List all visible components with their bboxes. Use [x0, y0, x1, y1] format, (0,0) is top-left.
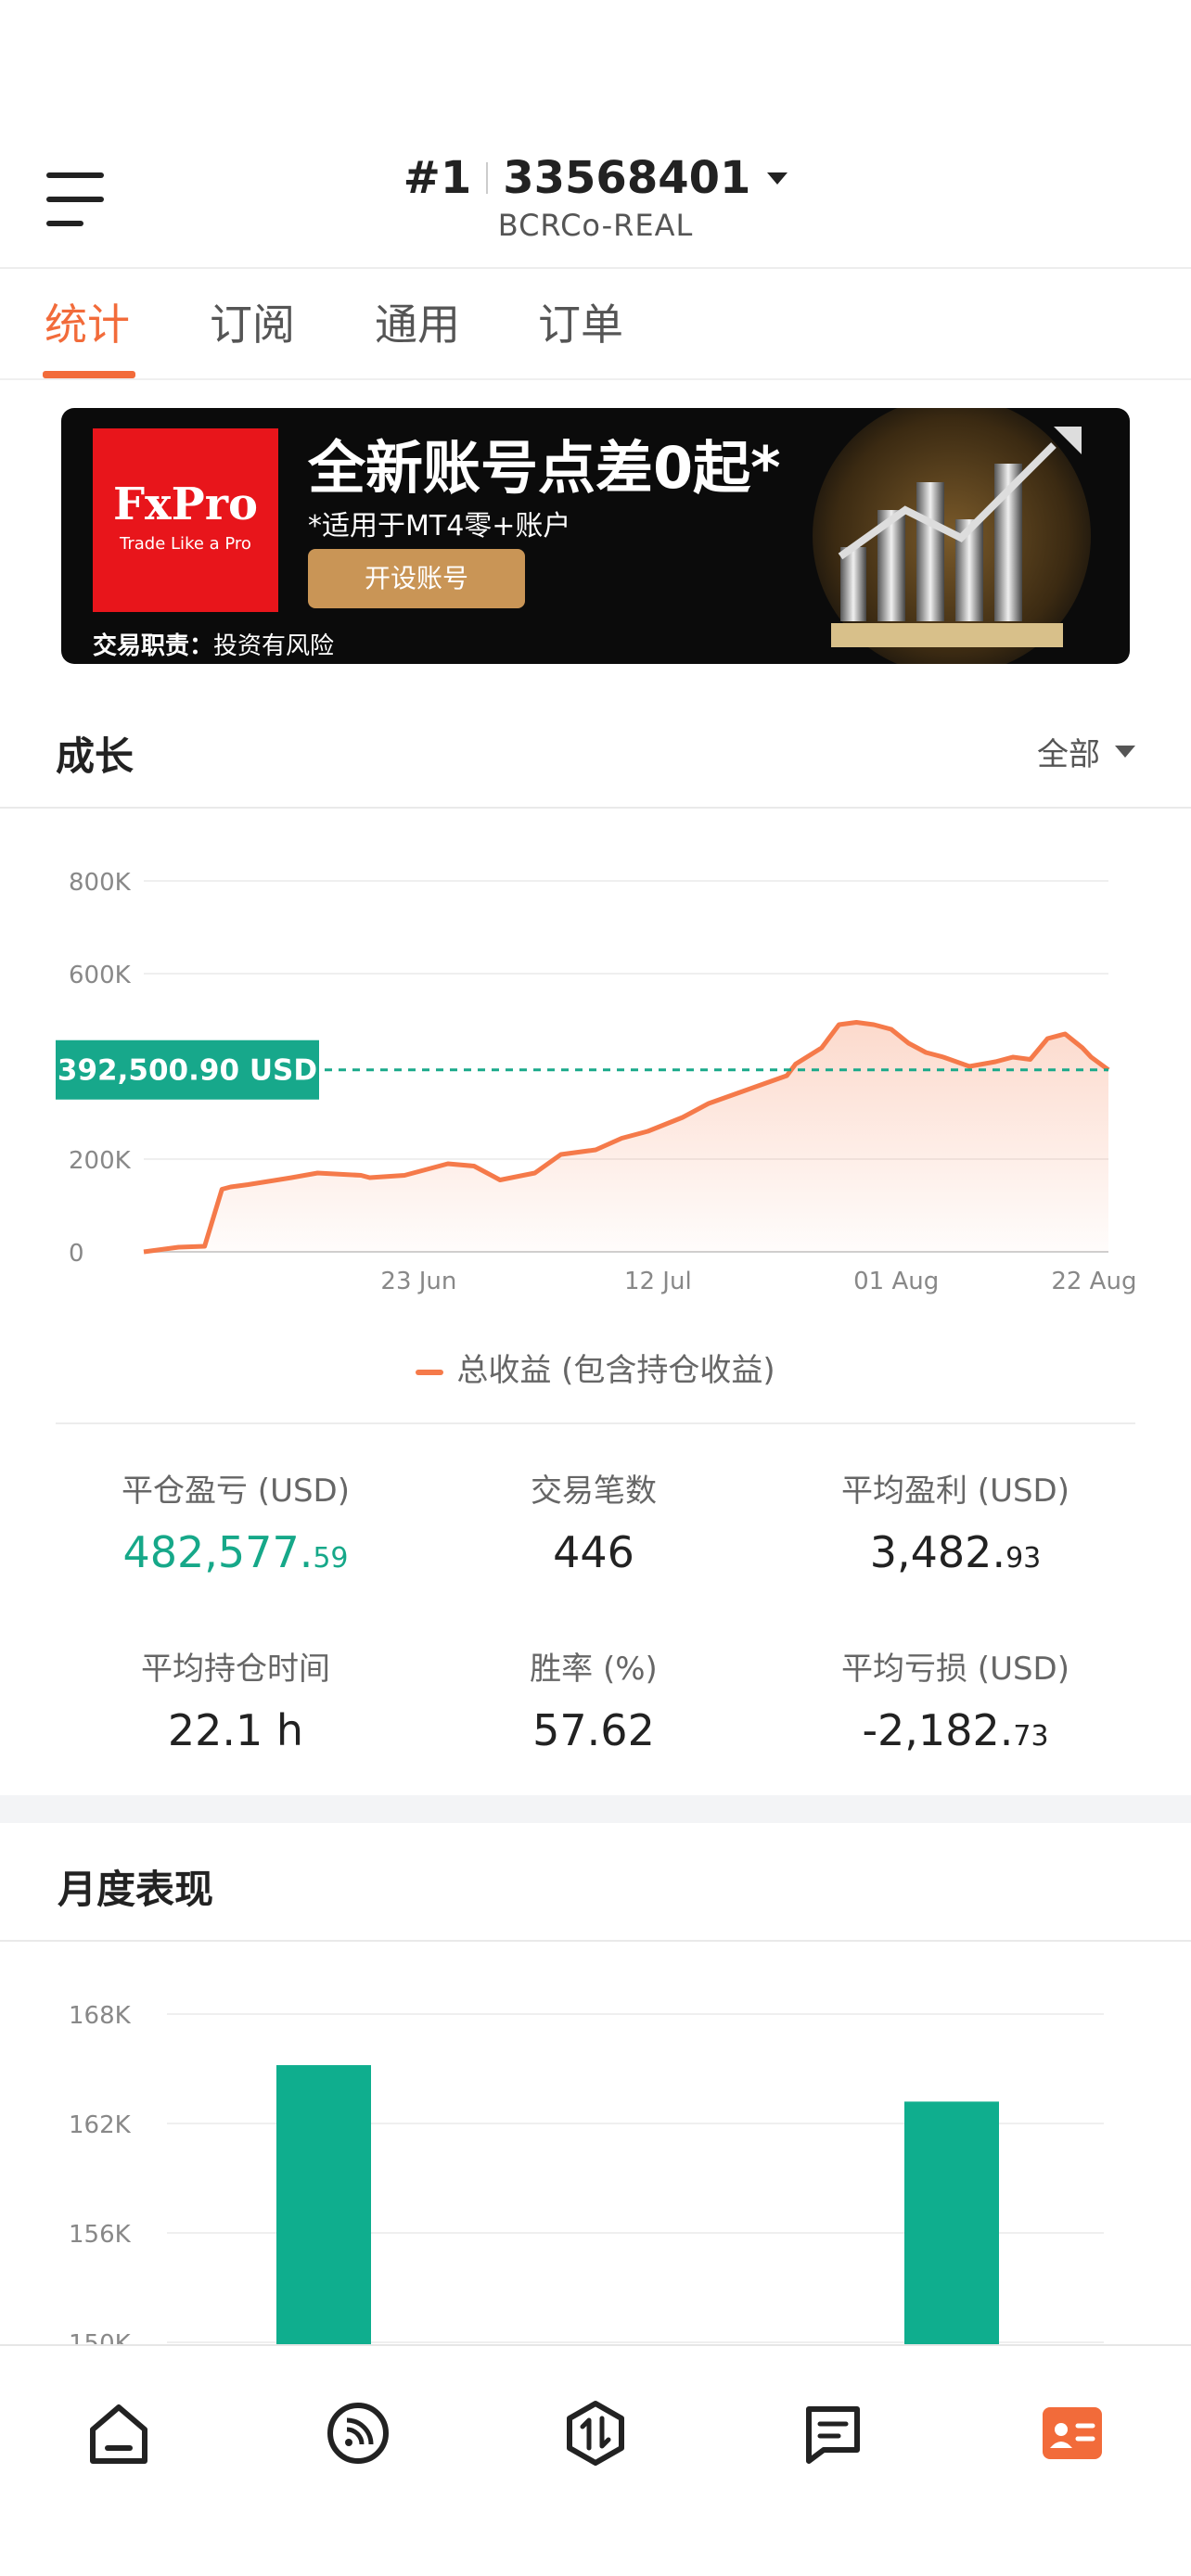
account-divider: [486, 162, 489, 194]
y-tick-label: 200K: [69, 1147, 132, 1175]
logo-name: FxPro: [112, 478, 259, 530]
stat-value: -2,182.73: [862, 1705, 1049, 1755]
range-dropdown[interactable]: 全部: [1037, 729, 1135, 774]
x-tick-label: 12 Jul: [624, 1268, 692, 1295]
y-tick-label: 600K: [69, 962, 132, 989]
logo-tagline: Trade Like a Pro: [120, 534, 251, 554]
risk-label: 交易职责：: [93, 632, 214, 660]
y-tick-label: 150K: [69, 2330, 132, 2344]
monthly-bar: [904, 2101, 999, 2344]
tab-orders[interactable]: 订单: [538, 291, 623, 352]
legend-label: 总收益 (包含持仓收益): [456, 1352, 775, 1389]
fxpro-logo: FxPro Trade Like a Pro: [93, 428, 278, 612]
stat-value: 446: [553, 1527, 634, 1577]
stat-item: 平均持仓时间 22.1 h: [59, 1643, 412, 1755]
x-tick-label: 22 Aug: [1051, 1268, 1136, 1295]
account-selector: #1 33568401 BCRCo-REAL: [0, 152, 1191, 243]
trade-icon[interactable]: [558, 2396, 633, 2470]
stat-value-decimals: 59: [313, 1542, 349, 1575]
stat-value: 22.1 h: [167, 1705, 304, 1755]
stat-item: 胜率 (%) 57.62: [417, 1643, 770, 1755]
stat-value: 3,482.93: [869, 1527, 1042, 1577]
stats-divider: [56, 1422, 1135, 1424]
stat-item: 平均盈利 (USD) 3,482.93: [779, 1465, 1132, 1577]
top-header: #1 33568401 BCRCo-REAL: [0, 139, 1191, 269]
banner-risk-note: 交易职责：投资有风险: [93, 627, 334, 661]
monthly-bar: [276, 2065, 371, 2344]
growth-chart: 800K 600K 200K 0 23 Jun 12 Jul 01 Aug 22 Aug 392…: [56, 869, 1136, 1295]
section-gap: [0, 1795, 1191, 1823]
account-id: 33568401: [503, 152, 751, 204]
stat-value: 482,577.59: [122, 1527, 349, 1577]
tab-general[interactable]: 通用: [375, 291, 460, 352]
banner-title: 全新账号点差0起*: [308, 434, 781, 502]
current-value-label: 392,500.90 USD: [58, 1054, 317, 1088]
stat-label: 平仓盈亏 (USD): [122, 1473, 350, 1510]
stat-value-decimals: 93: [1005, 1542, 1042, 1575]
chevron-down-icon: [767, 172, 788, 185]
stat-item: 平均亏损 (USD) -2,182.73: [779, 1643, 1132, 1755]
tab-statistics[interactable]: 统计: [45, 291, 130, 352]
stat-label: 平均亏损 (USD): [841, 1651, 1069, 1688]
home-icon[interactable]: [82, 2396, 156, 2470]
stat-value-decimals: 73: [1013, 1720, 1049, 1753]
x-tick-label: 23 Jun: [380, 1268, 456, 1295]
stat-label: 平均盈利 (USD): [841, 1473, 1069, 1510]
account-server: BCRCo-REAL: [497, 208, 694, 243]
feed-icon[interactable]: [321, 2396, 395, 2470]
y-tick-label: 162K: [69, 2111, 132, 2139]
legend-swatch: [416, 1369, 444, 1375]
monthly-title: 月度表现: [58, 1867, 214, 1912]
x-tick-label: 01 Aug: [853, 1268, 939, 1295]
monthly-chart: 168K 162K 156K 150K: [69, 2002, 1104, 2344]
stat-label: 交易笔数: [531, 1473, 657, 1510]
section-divider: [0, 807, 1191, 809]
stat-value: 57.62: [532, 1705, 655, 1755]
stat-label: 平均持仓时间: [141, 1651, 330, 1688]
tab-subscribe[interactable]: 订阅: [210, 291, 295, 352]
range-label: 全部: [1037, 736, 1100, 773]
growth-title: 成长: [56, 733, 134, 779]
account-rank: #1: [403, 152, 472, 204]
message-icon[interactable]: [796, 2396, 870, 2470]
account-dropdown[interactable]: #1 33568401: [403, 152, 788, 204]
y-tick-label: 156K: [69, 2221, 132, 2249]
open-account-button[interactable]: 开设账号: [308, 549, 525, 608]
bottom-navigation: [0, 2344, 1191, 2576]
profile-card-icon[interactable]: [1035, 2396, 1109, 2470]
tab-bar: 统计 订阅 通用 订单: [0, 271, 1191, 380]
stat-item: 交易笔数 446: [417, 1465, 770, 1577]
active-tab-indicator: [43, 371, 135, 378]
y-tick-label: 800K: [69, 869, 132, 897]
promo-banner[interactable]: FxPro Trade Like a Pro 全新账号点差0起* *适用于MT4…: [61, 408, 1130, 664]
section-divider: [0, 1940, 1191, 1942]
y-tick-label: 168K: [69, 2002, 132, 2030]
risk-text: 投资有风险: [213, 632, 335, 660]
stat-item: 平仓盈亏 (USD) 482,577.59: [59, 1465, 412, 1577]
y-tick-label: 0: [69, 1240, 84, 1268]
growth-legend: 总收益 (包含持仓收益): [0, 1345, 1191, 1390]
stat-label: 胜率 (%): [530, 1651, 658, 1688]
bar-chart-illustration: [813, 408, 1091, 664]
chevron-down-icon: [1115, 746, 1135, 758]
banner-subtitle: *适用于MT4零+账户: [308, 510, 571, 542]
